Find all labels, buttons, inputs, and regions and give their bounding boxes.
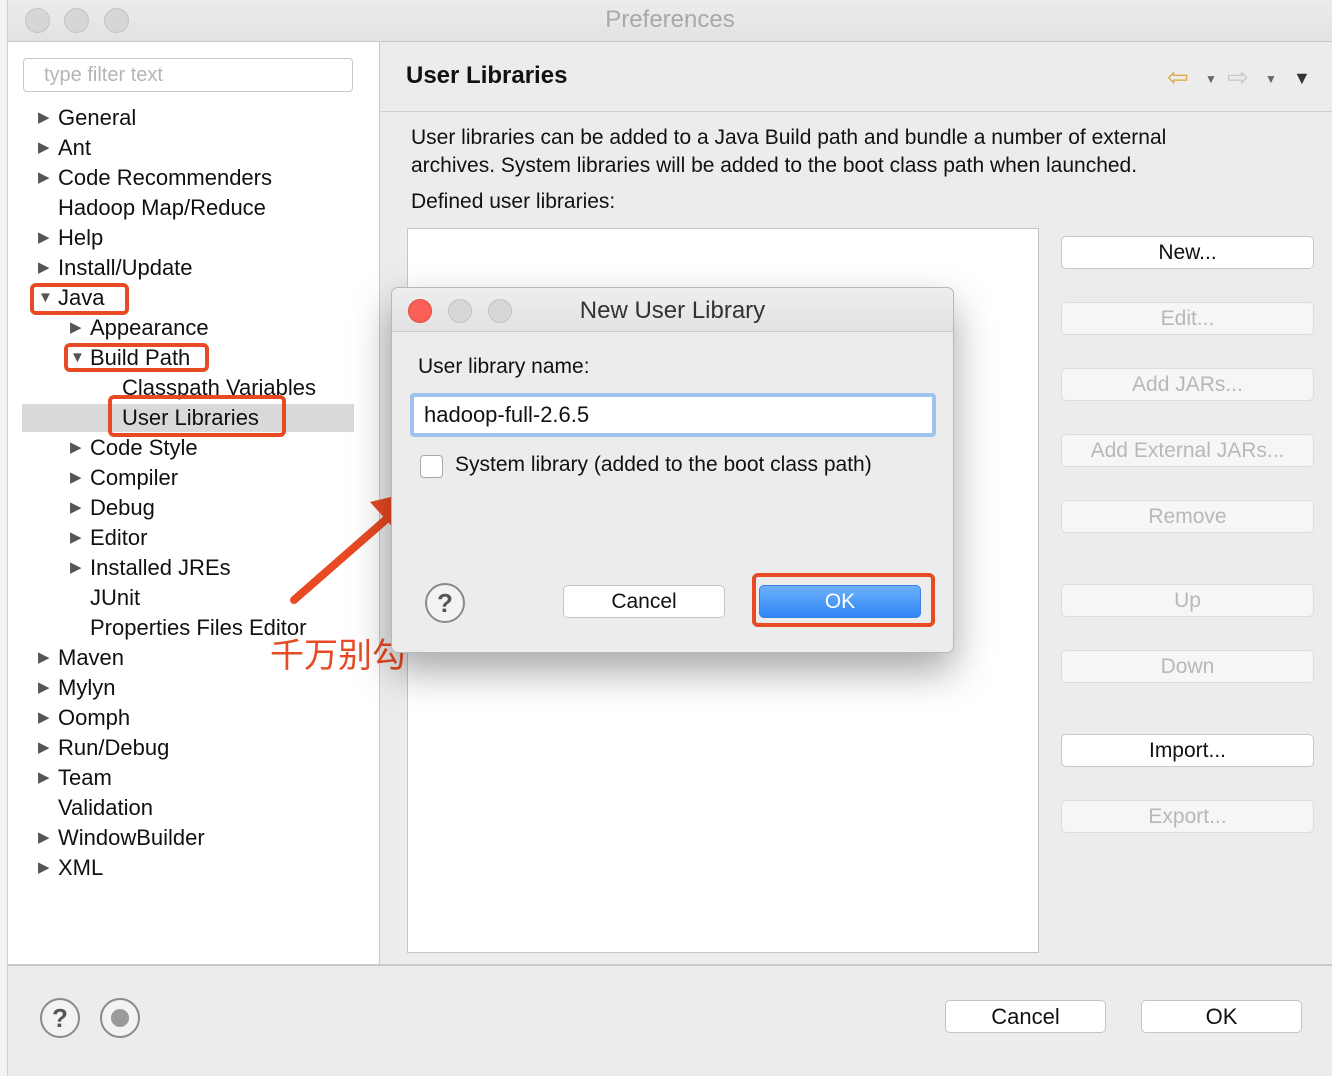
filter-input[interactable] xyxy=(23,58,353,92)
footer-bar: ? Cancel OK xyxy=(8,964,1332,1068)
up-button[interactable]: Up xyxy=(1061,584,1314,617)
tree-item-oomph[interactable]: ▶ Oomph xyxy=(38,703,130,733)
help-icon[interactable]: ? xyxy=(40,998,80,1038)
add-external-jars-button[interactable]: Add External JARs... xyxy=(1061,434,1314,467)
library-name-label: User library name: xyxy=(418,355,590,378)
expand-arrow-icon[interactable]: ▶ xyxy=(70,523,90,553)
tree-item-general[interactable]: ▶ General xyxy=(38,103,136,133)
highlight-build-path xyxy=(64,343,209,372)
new-button[interactable]: New... xyxy=(1061,236,1314,269)
expand-arrow-icon[interactable]: ▶ xyxy=(38,163,58,193)
back-arrow-icon[interactable]: ⇦ xyxy=(1167,64,1189,90)
tree-item-debug[interactable]: ▶ Debug xyxy=(70,493,155,523)
expand-arrow-icon[interactable]: ▶ xyxy=(38,103,58,133)
tree-item-installed-jres[interactable]: ▶ Installed JREs xyxy=(70,553,231,583)
window-title: Preferences xyxy=(605,6,735,33)
edit-button[interactable]: Edit... xyxy=(1061,302,1314,335)
view-menu-icon[interactable]: ▼ xyxy=(1293,68,1311,89)
tree-item-mylyn[interactable]: ▶ Mylyn xyxy=(38,673,115,703)
down-button[interactable]: Down xyxy=(1061,650,1314,683)
import-button[interactable]: Import... xyxy=(1061,734,1314,767)
expand-arrow-icon[interactable]: ▶ xyxy=(38,253,58,283)
highlight-user-libraries xyxy=(108,395,286,437)
dialog-title-bar: New User Library xyxy=(392,288,953,332)
expand-arrow-icon[interactable]: ▶ xyxy=(38,133,58,163)
page-description: User libraries can be added to a Java Bu… xyxy=(411,124,1311,180)
tree-item-team[interactable]: ▶ Team xyxy=(38,763,112,793)
tree-item-install-update[interactable]: ▶ Install/Update xyxy=(38,253,193,283)
tree-item-help[interactable]: ▶ Help xyxy=(38,223,103,253)
tree-item-validation[interactable]: Validation xyxy=(58,793,153,823)
background-window-edge xyxy=(0,0,8,1076)
library-name-input[interactable] xyxy=(410,393,936,437)
tree-item-appearance[interactable]: ▶ Appearance xyxy=(70,313,209,343)
expand-arrow-icon[interactable]: ▶ xyxy=(70,553,90,583)
dialog-cancel-button[interactable]: Cancel xyxy=(563,585,725,618)
expand-arrow-icon[interactable]: ▶ xyxy=(38,763,58,793)
title-bar: Preferences xyxy=(8,0,1332,42)
expand-arrow-icon[interactable]: ▶ xyxy=(38,853,58,883)
expand-arrow-icon[interactable]: ▶ xyxy=(38,643,58,673)
expand-arrow-icon[interactable]: ▶ xyxy=(70,433,90,463)
expand-arrow-icon[interactable]: ▶ xyxy=(38,223,58,253)
record-icon[interactable] xyxy=(100,998,140,1038)
tree-item-ant[interactable]: ▶ Ant xyxy=(38,133,91,163)
tree-item-windowbuilder[interactable]: ▶ WindowBuilder xyxy=(38,823,205,853)
system-library-checkbox[interactable] xyxy=(420,455,443,478)
description-line-2: archives. System libraries will be added… xyxy=(411,154,1138,177)
expand-arrow-icon[interactable]: ▶ xyxy=(70,463,90,493)
expand-arrow-icon[interactable]: ▶ xyxy=(70,493,90,523)
tree-item-compiler[interactable]: ▶ Compiler xyxy=(70,463,178,493)
add-jars-button[interactable]: Add JARs... xyxy=(1061,368,1314,401)
dialog-help-icon[interactable]: ? xyxy=(425,583,465,623)
expand-arrow-icon[interactable]: ▶ xyxy=(38,733,58,763)
highlight-java xyxy=(30,283,129,315)
tree-item-junit[interactable]: JUnit xyxy=(90,583,140,613)
annotation-text: 千万别勾 xyxy=(270,636,406,676)
tree-item-maven[interactable]: ▶ Maven xyxy=(38,643,124,673)
expand-arrow-icon[interactable]: ▶ xyxy=(38,703,58,733)
expand-arrow-icon[interactable]: ▶ xyxy=(38,823,58,853)
tree-item-xml[interactable]: ▶ XML xyxy=(38,853,103,883)
cancel-button[interactable]: Cancel xyxy=(945,1000,1106,1033)
tree-item-code-style[interactable]: ▶ Code Style xyxy=(70,433,198,463)
system-library-label: System library (added to the boot class … xyxy=(455,453,872,476)
expand-arrow-icon[interactable]: ▶ xyxy=(70,313,90,343)
forward-arrow-icon[interactable]: ⇨ xyxy=(1227,64,1249,90)
page-title: User Libraries xyxy=(406,62,568,89)
export-button[interactable]: Export... xyxy=(1061,800,1314,833)
dialog-title: New User Library xyxy=(579,297,766,324)
page-header: User Libraries ⇦ ▼ ⇨ ▼ ▼ xyxy=(381,42,1332,112)
expand-arrow-icon[interactable]: ▶ xyxy=(38,673,58,703)
tree-item-hadoop-map-reduce[interactable]: Hadoop Map/Reduce xyxy=(58,193,266,223)
tree-item-editor[interactable]: ▶ Editor xyxy=(70,523,147,553)
forward-menu-caret-icon[interactable]: ▼ xyxy=(1265,72,1277,86)
defined-libraries-label: Defined user libraries: xyxy=(411,190,616,213)
ok-button[interactable]: OK xyxy=(1141,1000,1302,1033)
tree-item-code-recommenders[interactable]: ▶ Code Recommenders xyxy=(38,163,272,193)
new-user-library-dialog: New User Library User library name: Syst… xyxy=(391,287,954,653)
remove-button[interactable]: Remove xyxy=(1061,500,1314,533)
highlight-ok-button xyxy=(752,573,935,627)
back-menu-caret-icon[interactable]: ▼ xyxy=(1205,72,1217,86)
tree-item-run-debug[interactable]: ▶ Run/Debug xyxy=(38,733,169,763)
description-line-1: User libraries can be added to a Java Bu… xyxy=(411,126,1167,149)
